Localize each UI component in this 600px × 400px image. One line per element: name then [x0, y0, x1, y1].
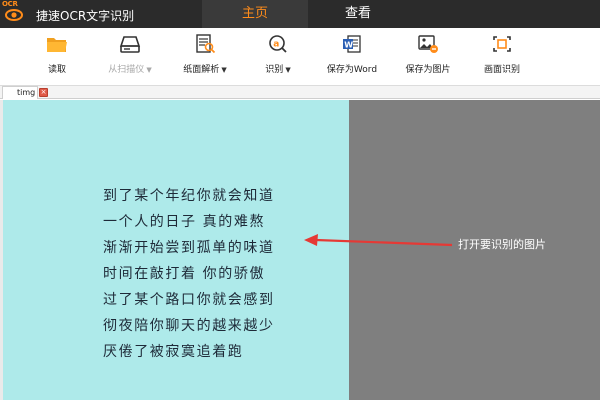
- annotation-label: 打开要识别的图片: [458, 238, 546, 251]
- image-text-line: 一个人的日子 真的难熬: [103, 214, 266, 230]
- layout-analysis-label: 纸面解析: [183, 65, 220, 75]
- document-tab-label: timg: [17, 88, 36, 97]
- scanner-dropdown-caret: ▼: [146, 66, 152, 74]
- title-bar: OCR 捷速OCR文字识别 主页 查看: [0, 0, 600, 28]
- app-logo: OCR: [0, 0, 28, 28]
- save-as-word-button[interactable]: W 保存为Word: [322, 34, 382, 80]
- tab-view[interactable]: 查看: [308, 0, 408, 28]
- scanner-button[interactable]: 从扫描仪 ▼: [100, 34, 160, 80]
- tab-home[interactable]: 主页: [202, 0, 308, 28]
- svg-text:a: a: [273, 40, 279, 50]
- app-title: 捷速OCR文字识别: [36, 9, 135, 23]
- screen-recognition-label: 画面识别: [483, 65, 520, 75]
- image-text-line: 彻夜陪你聊天的越来越少: [103, 318, 275, 334]
- scanner-label: 从扫描仪: [108, 65, 145, 75]
- image-text-line: 厌倦了被寂寞追着跑: [103, 344, 244, 360]
- image-text-line: 到了某个年纪你就会知道: [103, 188, 275, 204]
- ribbon-toolbar: 读取 从扫描仪 ▼ 纸面解析 ▼ a 识别 ▼ W 保存为Word 保存为图片 …: [0, 28, 600, 86]
- save-image-icon: [402, 34, 454, 56]
- page-analysis-icon: [176, 34, 234, 56]
- recognize-label: 识别: [265, 65, 284, 75]
- image-text-line: 时间在敲打着 你的骄傲: [103, 266, 266, 282]
- read-label: 读取: [47, 65, 66, 75]
- screen-recognition-button[interactable]: 画面识别: [478, 34, 526, 80]
- image-text-line: 渐渐开始尝到孤单的味道: [103, 240, 275, 256]
- folder-icon: [40, 34, 74, 56]
- source-image-text: 到了某个年纪你就会知道 一个人的日子 真的难熬 渐渐开始尝到孤单的味道 时间在敲…: [103, 186, 275, 368]
- app-logo-text: OCR: [2, 0, 18, 8]
- layout-analysis-button[interactable]: 纸面解析 ▼: [176, 34, 234, 80]
- read-button[interactable]: 读取: [40, 34, 74, 80]
- document-tab-strip: timg ×: [0, 86, 600, 99]
- layout-dropdown-caret: ▼: [221, 66, 227, 74]
- image-text-line: 过了某个路口你就会感到: [103, 292, 275, 308]
- document-tab[interactable]: timg: [2, 86, 39, 99]
- screen-capture-icon: [478, 34, 526, 56]
- save-as-image-button[interactable]: 保存为图片: [402, 34, 454, 80]
- scanner-icon: [100, 34, 160, 56]
- recognize-dropdown-caret: ▼: [285, 66, 291, 74]
- word-doc-icon: W: [322, 34, 382, 56]
- save-as-image-label: 保存为图片: [405, 65, 451, 75]
- source-image-pane: 到了某个年纪你就会知道 一个人的日子 真的难熬 渐渐开始尝到孤单的味道 时间在敲…: [3, 100, 349, 400]
- close-tab-icon[interactable]: ×: [39, 88, 48, 97]
- ocr-recognize-icon: a: [256, 34, 300, 56]
- recognize-button[interactable]: a 识别 ▼: [256, 34, 300, 80]
- save-as-word-label: 保存为Word: [326, 65, 378, 75]
- svg-text:W: W: [344, 40, 353, 49]
- eye-icon: [5, 9, 23, 21]
